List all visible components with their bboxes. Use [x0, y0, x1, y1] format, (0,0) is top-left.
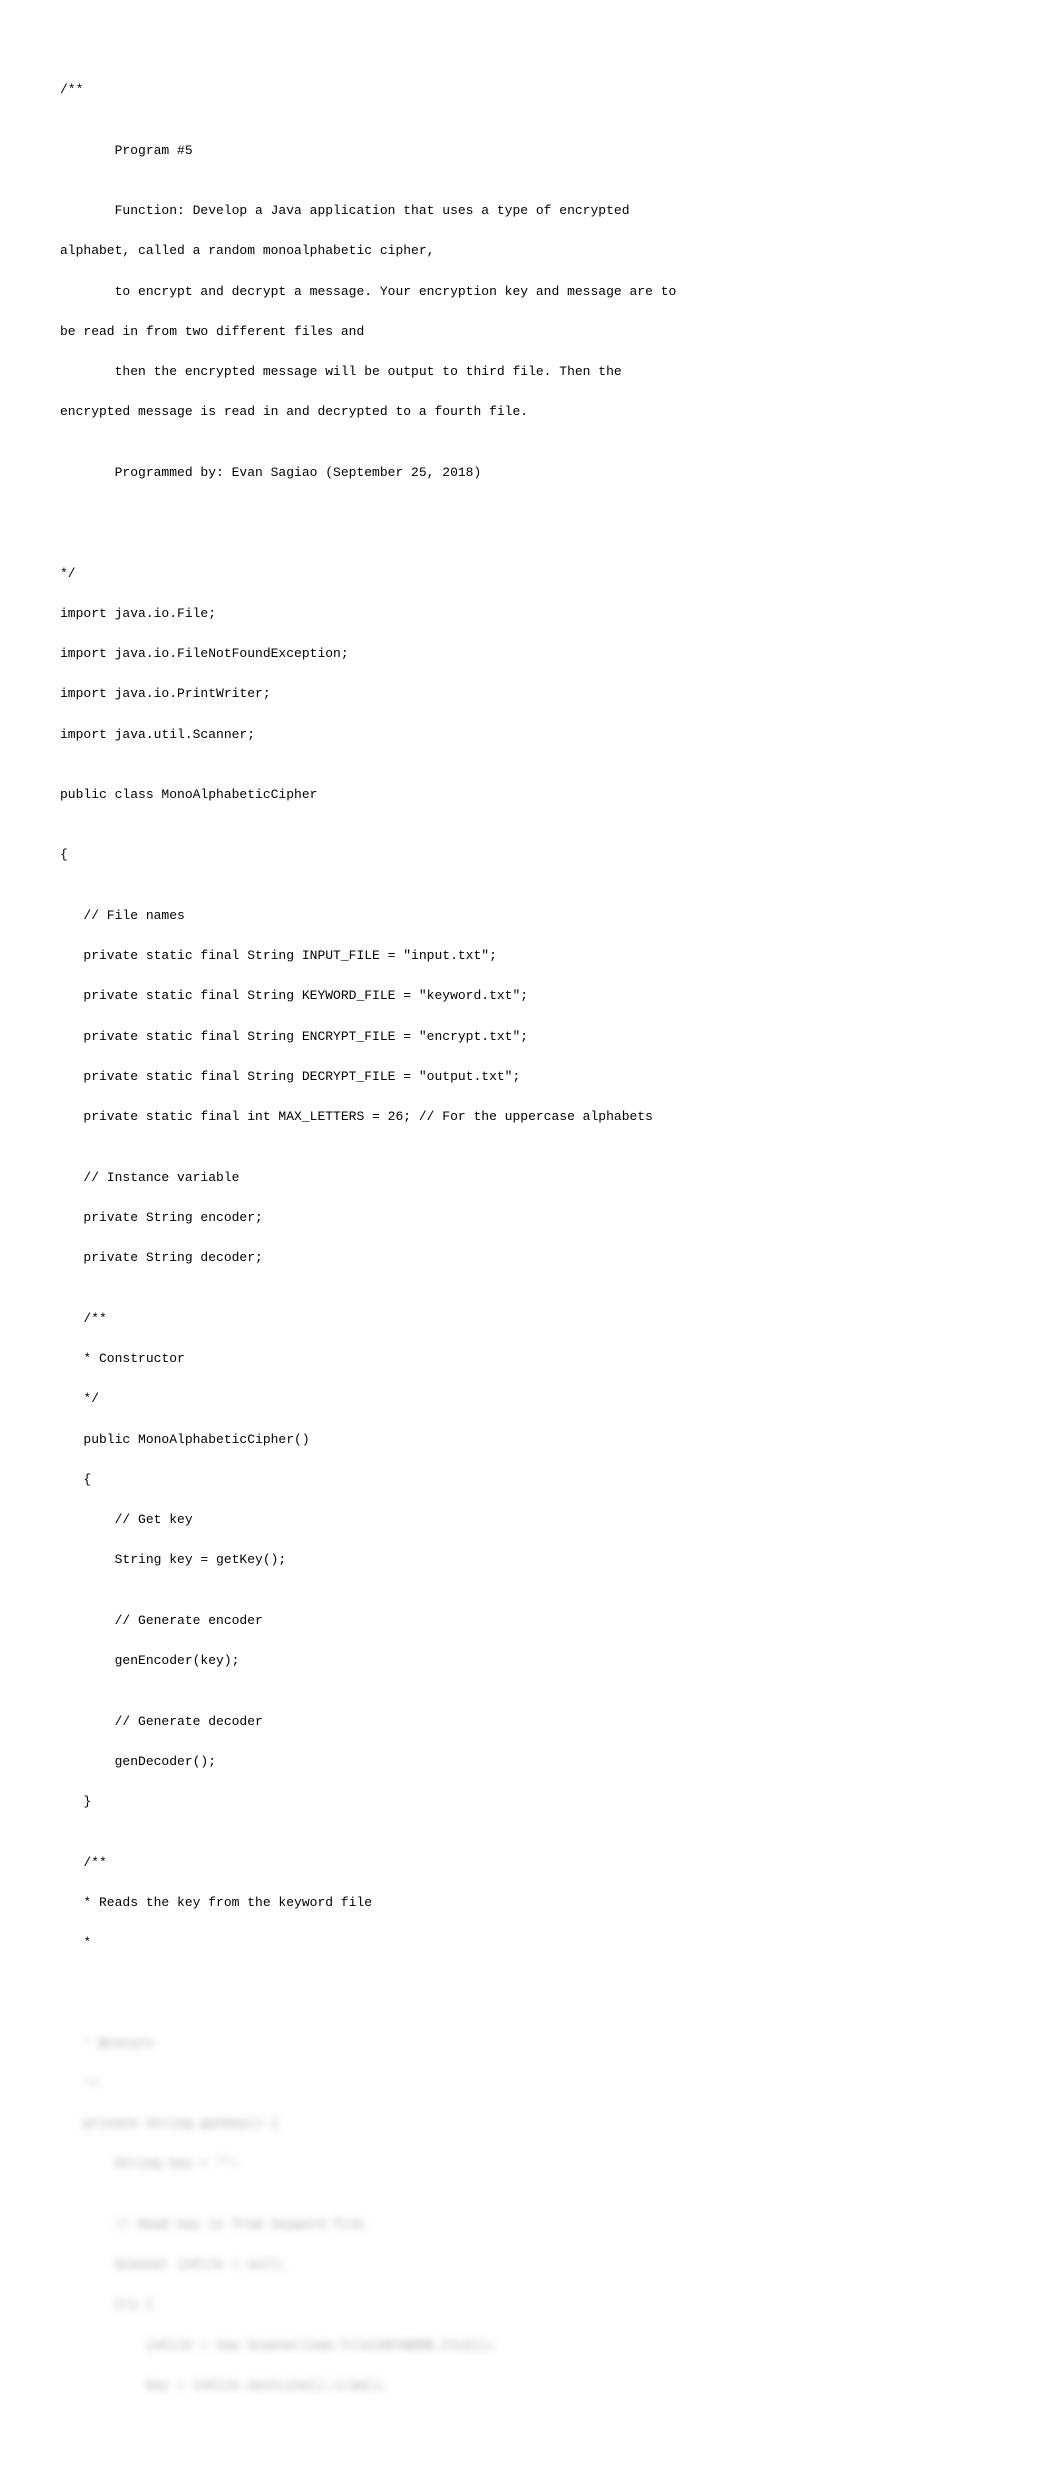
instance-variable: private String decoder;	[60, 1248, 1002, 1268]
file-names-comment: // File names	[60, 906, 1002, 926]
function-desc: encrypted message is read in and decrypt…	[60, 402, 1002, 422]
constant-declaration: private static final String DECRYPT_FILE…	[60, 1067, 1002, 1087]
code-document: /** Program #5 Function: Develop a Java …	[60, 60, 1002, 1973]
blurred-line: Scanner inFile = null;	[60, 2255, 1002, 2275]
function-desc: be read in from two different files and	[60, 322, 1002, 342]
function-desc: alphabet, called a random monoalphabetic…	[60, 241, 1002, 261]
constant-declaration: private static final String ENCRYPT_FILE…	[60, 1027, 1002, 1047]
blurred-line: try {	[60, 2295, 1002, 2315]
code-comment: // Get key	[60, 1510, 1002, 1530]
code-line: genDecoder();	[60, 1752, 1002, 1772]
javadoc-line: * Constructor	[60, 1349, 1002, 1369]
open-brace: {	[60, 845, 1002, 865]
function-desc: to encrypt and decrypt a message. Your e…	[60, 282, 1002, 302]
constant-declaration: private static final int MAX_LETTERS = 2…	[60, 1107, 1002, 1127]
comment-open: /**	[60, 80, 1002, 100]
instance-variable: private String encoder;	[60, 1208, 1002, 1228]
import-statement: import java.util.Scanner;	[60, 725, 1002, 745]
code-comment: // Generate decoder	[60, 1712, 1002, 1732]
programmed-by: Programmed by: Evan Sagiao (September 25…	[60, 463, 1002, 483]
blurred-line: private String getKey() {	[60, 2114, 1002, 2134]
constant-declaration: private static final String INPUT_FILE =…	[60, 946, 1002, 966]
comment-close: */	[60, 564, 1002, 584]
blurred-line: * @return	[60, 2034, 1002, 2054]
open-brace: {	[60, 1470, 1002, 1490]
code-comment: // Generate encoder	[60, 1611, 1002, 1631]
blurred-line: inFile = new Scanner(new File(KEYWORD_FI…	[60, 2336, 1002, 2356]
blurred-line: */	[60, 2074, 1002, 2094]
function-desc: Function: Develop a Java application tha…	[60, 201, 1002, 221]
constant-declaration: private static final String KEYWORD_FILE…	[60, 986, 1002, 1006]
javadoc-line: * Reads the key from the keyword file	[60, 1893, 1002, 1913]
javadoc-close: */	[60, 1389, 1002, 1409]
javadoc-open: /**	[60, 1853, 1002, 1873]
blurred-line: // Read key in from keyword file	[60, 2215, 1002, 2235]
function-desc: then the encrypted message will be outpu…	[60, 362, 1002, 382]
import-statement: import java.io.FileNotFoundException;	[60, 644, 1002, 664]
blurred-line: String key = "";	[60, 2154, 1002, 2174]
javadoc-star: *	[60, 1933, 1002, 1953]
import-statement: import java.io.PrintWriter;	[60, 684, 1002, 704]
blurred-line: key = inFile.nextLine().trim();	[60, 2376, 1002, 2396]
code-line: genEncoder(key);	[60, 1651, 1002, 1671]
constructor-signature: public MonoAlphabeticCipher()	[60, 1430, 1002, 1450]
javadoc-open: /**	[60, 1309, 1002, 1329]
instance-var-comment: // Instance variable	[60, 1168, 1002, 1188]
class-declaration: public class MonoAlphabeticCipher	[60, 785, 1002, 805]
close-brace: }	[60, 1792, 1002, 1812]
program-number: Program #5	[60, 141, 1002, 161]
import-statement: import java.io.File;	[60, 604, 1002, 624]
blurred-preview: * @return */ private String getKey() { S…	[60, 2013, 1002, 2416]
code-line: String key = getKey();	[60, 1550, 1002, 1570]
